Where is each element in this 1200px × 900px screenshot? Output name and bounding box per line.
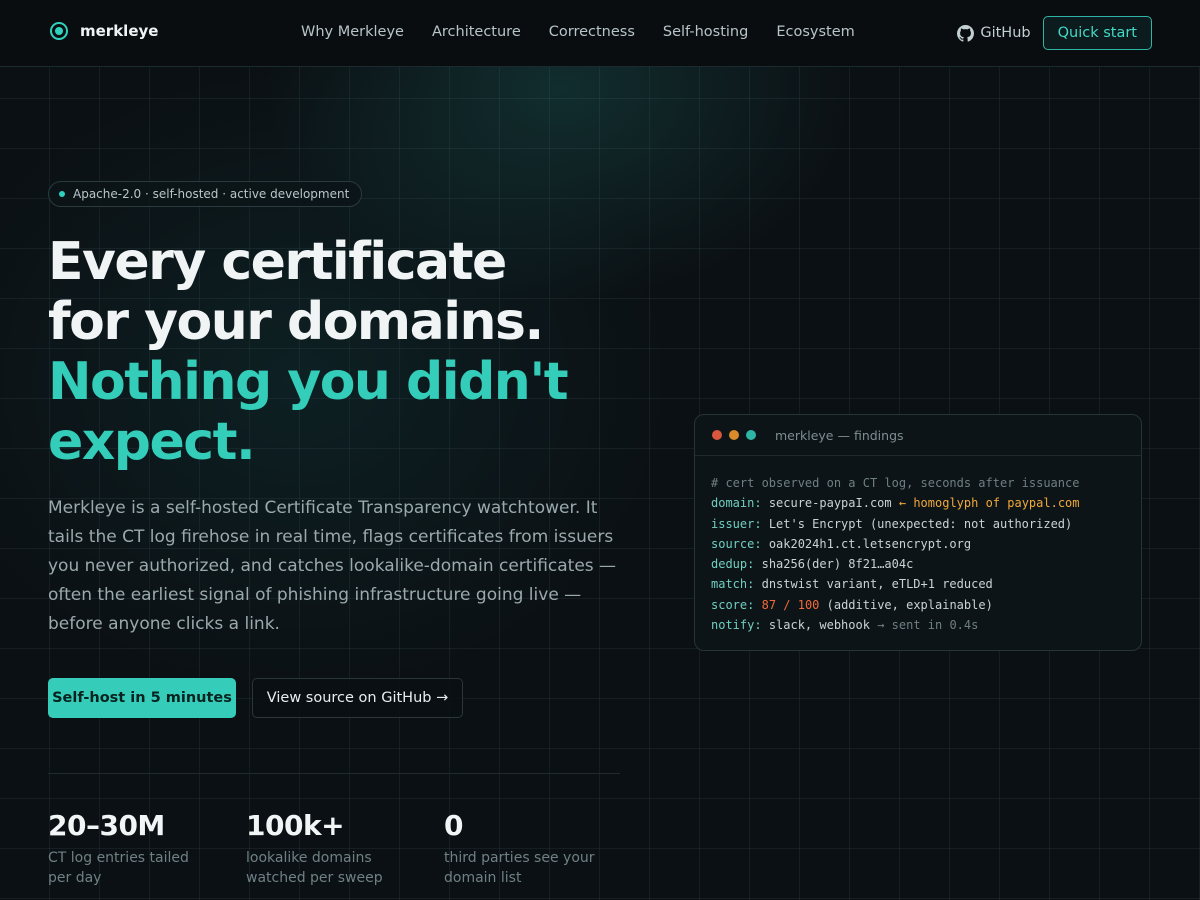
terminal-key: domain: [711,496,762,511]
terminal-key: match: [711,577,755,592]
terminal-line-issuer: issuer: Let's Encrypt (unexpected: not a… [711,514,1125,534]
terminal-key: dedup: [711,557,755,572]
quick-start-button[interactable]: Quick start [1042,16,1152,50]
stat-value: 0 [444,809,463,842]
github-icon [957,24,975,42]
terminal-header: merkleye — findings [695,415,1141,456]
nav-actions: GitHub Quick start [957,16,1152,50]
terminal-line-notify: notify: slack, webhook → sent in 0.4s [711,615,1125,635]
terminal-value: slack, webhook [768,618,870,633]
stat-value: 100k+ [246,809,345,842]
terminal-key: score: [711,597,755,612]
hero-description: Merkleye is a self-hosted Certificate Tr… [48,498,617,634]
stat-label: CT log entries tailed per day [48,850,189,886]
brand-link[interactable]: merkleye [50,22,158,40]
terminal-value: sha256(der) 8f21…a04c [761,557,914,572]
github-label: GitHub [980,25,1031,41]
stat-label: lookalike domains watched per sweep [246,850,383,886]
terminal-value: secure-paypaI.com [768,496,892,511]
status-dot-icon [59,191,65,197]
terminal-warning-note: ← homoglyph of paypal.com [898,496,1080,511]
nav-link-correctness[interactable]: Correctness [549,24,635,40]
brand-name: merkleye [80,22,159,40]
window-maximize-dot-icon [746,430,756,440]
top-nav: merkleye Why Merkleye Architecture Corre… [0,0,1200,67]
terminal-key: notify: [711,618,762,633]
terminal-comment: # cert observed on a CT log, seconds aft… [711,476,1080,490]
stat-item: 100k+ lookalike domains watched per swee… [246,808,444,888]
stat-label: third parties see your domain list [444,850,595,886]
badge-text: Apache-2.0 · self-hosted · active develo… [73,187,350,201]
terminal-title: merkleye — findings [775,427,904,443]
terminal-value: (additive, explainable) [826,597,993,612]
terminal-line-match: match: dnstwist variant, eTLD+1 reduced [711,574,1125,594]
terminal-line-domain: domain: secure-paypaI.com ← homoglyph of… [711,493,1125,513]
findings-terminal: merkleye — findings # cert observed on a… [694,414,1142,651]
status-badge: Apache-2.0 · self-hosted · active develo… [48,181,363,207]
terminal-key: source: [711,536,762,551]
eye-ring-icon [50,22,68,40]
terminal-line-source: source: oak2024h1.ct.letsencrypt.org [711,534,1125,554]
nav-link-architecture[interactable]: Architecture [432,24,521,40]
headline-accent-line-1: Nothing you didn't [48,352,569,412]
stat-item: 0 third parties see your domain list [444,808,642,888]
headline-line-1: Every certificate [48,232,507,292]
nav-link-why-merkleye[interactable]: Why Merkleye [301,24,404,40]
stat-value: 20–30M [48,809,165,842]
nav-link-ecosystem[interactable]: Ecosystem [776,24,854,40]
self-host-button[interactable]: Self-host in 5 minutes [48,678,236,718]
terminal-key: issuer: [711,516,762,531]
terminal-value: Let's Encrypt (unexpected: not authorize… [768,516,1073,531]
terminal-line-score: score: 87 / 100 (additive, explainable) [711,595,1125,615]
terminal-body: # cert observed on a CT log, seconds aft… [695,456,1141,635]
stats-row: 20–30M CT log entries tailed per day 100… [48,808,642,888]
window-minimize-dot-icon [729,430,739,440]
window-close-dot-icon [712,430,722,440]
headline-accent-line-2: expect. [48,412,256,472]
nav-link-self-hosting[interactable]: Self-hosting [663,24,748,40]
hero-headline: Every certificate for your domains. Noth… [48,232,668,472]
stat-item: 20–30M CT log entries tailed per day [48,808,246,888]
github-link[interactable]: GitHub [957,24,1031,42]
divider [48,773,620,774]
terminal-value: dnstwist variant, eTLD+1 reduced [761,577,993,592]
terminal-value: oak2024h1.ct.letsencrypt.org [768,536,972,551]
terminal-score-value: 87 / 100 [761,597,820,612]
headline-line-2: for your domains. [48,292,544,352]
view-source-button[interactable]: View source on GitHub → [252,678,463,718]
nav-links: Why Merkleye Architecture Correctness Se… [301,24,855,40]
terminal-line-dedup: dedup: sha256(der) 8f21…a04c [711,554,1125,574]
terminal-muted-note: → sent in 0.4s [877,618,979,633]
